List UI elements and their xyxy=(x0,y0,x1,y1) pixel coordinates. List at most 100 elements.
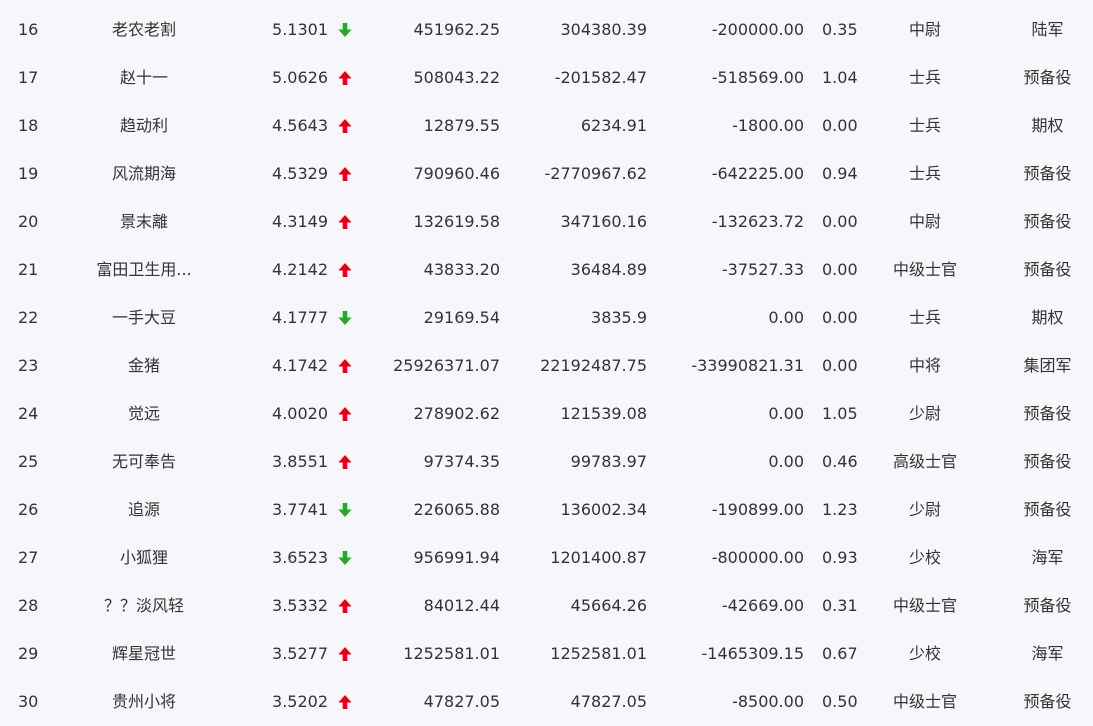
trader-name[interactable]: 金猪 xyxy=(88,342,200,390)
arrow-up-icon xyxy=(337,630,353,678)
ratio-value: 0.46 xyxy=(822,452,858,471)
group-label: 预备役 xyxy=(1023,596,1072,615)
value-column-2: -2770967.62 xyxy=(544,164,647,183)
value-column-1: 956991.94 xyxy=(413,548,500,567)
table-row[interactable]: 18 趋动利 4.5643 12879.55 6234.91 -1800.00 … xyxy=(0,102,1093,150)
score-value: 4.1777 xyxy=(272,308,328,327)
arrow-up-icon xyxy=(337,678,353,726)
military-rank-label: 中尉 xyxy=(908,212,941,231)
score-value: 5.1301 xyxy=(272,20,328,39)
table-row[interactable]: 21 富田卫生用... 4.2142 43833.20 36484.89 -37… xyxy=(0,246,1093,294)
trader-name[interactable]: 富田卫生用... xyxy=(88,246,200,294)
value-column-3: -37527.33 xyxy=(721,260,804,279)
table-row[interactable]: 30 贵州小将 3.5202 47827.05 47827.05 -8500.0… xyxy=(0,678,1093,726)
value-column-3: -8500.00 xyxy=(732,692,804,711)
value-column-3: -132623.72 xyxy=(711,212,804,231)
table-row[interactable]: 29 辉星冠世 3.5277 1252581.01 1252581.01 -14… xyxy=(0,630,1093,678)
value-column-1: 790960.46 xyxy=(413,164,500,183)
trader-name[interactable]: ？？淡风轻 xyxy=(88,582,200,630)
rank-number: 23 xyxy=(18,356,39,375)
arrow-up-icon xyxy=(337,102,353,150)
table-row[interactable]: 22 一手大豆 4.1777 29169.54 3835.9 0.00 0.00… xyxy=(0,294,1093,342)
ratio-value: 0.93 xyxy=(822,548,858,567)
value-column-3: 0.00 xyxy=(768,452,804,471)
military-rank-label: 士兵 xyxy=(908,116,941,135)
group-label: 预备役 xyxy=(1023,212,1072,231)
table-row[interactable]: 23 金猪 4.1742 25926371.07 22192487.75 -33… xyxy=(0,342,1093,390)
table-row[interactable]: 25 无可奉告 3.8551 97374.35 99783.97 0.00 0.… xyxy=(0,438,1093,486)
table-row[interactable]: 27 小狐狸 3.6523 956991.94 1201400.87 -8000… xyxy=(0,534,1093,582)
score-value: 4.1742 xyxy=(272,356,328,375)
trader-name[interactable]: 风流期海 xyxy=(88,150,200,198)
arrow-down-icon xyxy=(337,6,353,54)
table-row[interactable]: 28 ？？淡风轻 3.5332 84012.44 45664.26 -42669… xyxy=(0,582,1093,630)
trader-name[interactable]: 无可奉告 xyxy=(88,438,200,486)
rank-number: 16 xyxy=(18,20,39,39)
table-row[interactable]: 17 赵十一 5.0626 508043.22 -201582.47 -5185… xyxy=(0,54,1093,102)
military-rank-label: 中级士官 xyxy=(892,692,957,711)
ratio-value: 0.00 xyxy=(822,356,858,375)
military-rank-label: 中尉 xyxy=(908,20,941,39)
arrow-up-icon xyxy=(337,198,353,246)
score-value: 3.7741 xyxy=(272,500,328,519)
trader-name[interactable]: 趋动利 xyxy=(88,102,200,150)
value-column-1: 12879.55 xyxy=(423,116,500,135)
value-column-2: 1252581.01 xyxy=(550,644,647,663)
ratio-value: 1.05 xyxy=(822,404,858,423)
trader-name[interactable]: 景末離 xyxy=(88,198,200,246)
value-column-2: 347160.16 xyxy=(560,212,647,231)
trader-name[interactable]: 辉星冠世 xyxy=(88,630,200,678)
value-column-1: 84012.44 xyxy=(423,596,500,615)
table-row[interactable]: 20 景末離 4.3149 132619.58 347160.16 -13262… xyxy=(0,198,1093,246)
rank-number: 24 xyxy=(18,404,39,423)
group-label: 海军 xyxy=(1031,548,1064,567)
table-row[interactable]: 19 风流期海 4.5329 790960.46 -2770967.62 -64… xyxy=(0,150,1093,198)
rank-number: 17 xyxy=(18,68,39,87)
value-column-2: -201582.47 xyxy=(554,68,647,87)
group-label: 预备役 xyxy=(1023,164,1072,183)
military-rank-label: 少校 xyxy=(908,644,941,663)
score-value: 3.8551 xyxy=(272,452,328,471)
military-rank-label: 士兵 xyxy=(908,164,941,183)
rank-number: 25 xyxy=(18,452,39,471)
value-column-2: 136002.34 xyxy=(560,500,647,519)
rank-number: 29 xyxy=(18,644,39,663)
ratio-value: 0.00 xyxy=(822,212,858,231)
value-column-3: -1800.00 xyxy=(732,116,804,135)
ratio-value: 0.50 xyxy=(822,692,858,711)
arrow-up-icon xyxy=(337,582,353,630)
value-column-3: 0.00 xyxy=(768,404,804,423)
ratio-value: 1.23 xyxy=(822,500,858,519)
trader-name[interactable]: 赵十一 xyxy=(88,54,200,102)
score-value: 4.0020 xyxy=(272,404,328,423)
arrow-up-icon xyxy=(337,150,353,198)
rank-number: 28 xyxy=(18,596,39,615)
trader-name[interactable]: 觉远 xyxy=(88,390,200,438)
value-column-3: -518569.00 xyxy=(711,68,804,87)
military-rank-label: 中级士官 xyxy=(892,596,957,615)
table-row[interactable]: 24 觉远 4.0020 278902.62 121539.08 0.00 1.… xyxy=(0,390,1093,438)
group-label: 海军 xyxy=(1031,644,1064,663)
table-row[interactable]: 26 追源 3.7741 226065.88 136002.34 -190899… xyxy=(0,486,1093,534)
trader-name[interactable]: 老农老割 xyxy=(88,6,200,54)
trader-name[interactable]: 贵州小将 xyxy=(88,678,200,726)
rank-number: 20 xyxy=(18,212,39,231)
ratio-value: 0.00 xyxy=(822,260,858,279)
value-column-3: -200000.00 xyxy=(711,20,804,39)
value-column-3: -800000.00 xyxy=(711,548,804,567)
rank-number: 30 xyxy=(18,692,39,711)
group-label: 预备役 xyxy=(1023,500,1072,519)
score-value: 3.6523 xyxy=(272,548,328,567)
trader-name[interactable]: 一手大豆 xyxy=(88,294,200,342)
table-row[interactable]: 16 老农老割 5.1301 451962.25 304380.39 -2000… xyxy=(0,6,1093,54)
trader-name[interactable]: 小狐狸 xyxy=(88,534,200,582)
value-column-3: -190899.00 xyxy=(711,500,804,519)
trader-name[interactable]: 追源 xyxy=(88,486,200,534)
score-value: 3.5332 xyxy=(272,596,328,615)
value-column-1: 29169.54 xyxy=(423,308,500,327)
ranking-table: 16 老农老割 5.1301 451962.25 304380.39 -2000… xyxy=(0,6,1093,726)
group-label: 预备役 xyxy=(1023,404,1072,423)
value-column-3: -33990821.31 xyxy=(691,356,804,375)
score-value: 3.5202 xyxy=(272,692,328,711)
group-label: 陆军 xyxy=(1031,20,1064,39)
